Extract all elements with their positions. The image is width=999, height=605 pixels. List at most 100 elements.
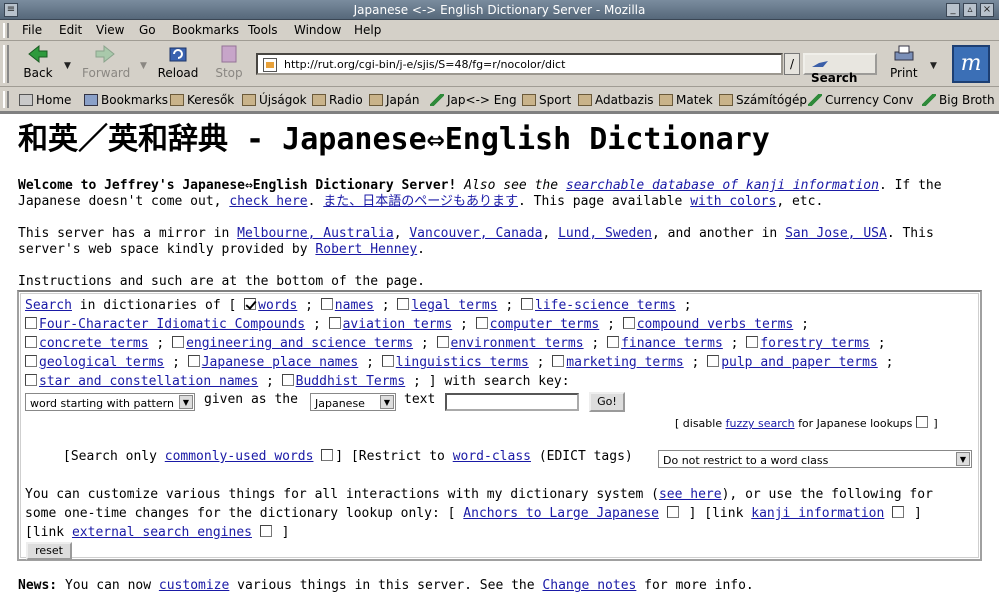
legal-terms-checkbox[interactable] — [397, 298, 410, 310]
names-checkbox[interactable] — [320, 298, 333, 310]
melbourne-link[interactable]: Melbourne, Australia — [237, 226, 394, 241]
geological-terms-checkbox[interactable] — [25, 355, 37, 367]
aviation-terms-link[interactable]: aviation terms — [343, 317, 453, 332]
menu-view[interactable]: View — [96, 23, 124, 37]
external-search-engines-link[interactable]: external search engines — [72, 525, 252, 540]
menu-file[interactable]: File — [22, 23, 42, 37]
word-class-link[interactable]: word-class — [453, 449, 531, 464]
forward-dropdown-icon[interactable]: ▼ — [140, 61, 147, 71]
environment-terms-checkbox[interactable] — [436, 336, 449, 348]
buddhist-terms-checkbox[interactable] — [281, 374, 294, 386]
search-text-input[interactable] — [445, 393, 579, 411]
kanji-information-checkbox[interactable] — [892, 506, 905, 518]
bookmark-jap-eng[interactable]: Jap<-> Eng — [430, 93, 517, 107]
forestry-terms-link[interactable]: forestry terms — [760, 336, 870, 351]
legal-terms-link[interactable]: legal terms — [411, 298, 497, 313]
menu-window[interactable]: Window — [294, 23, 341, 37]
bookmark-szamitogep[interactable]: Számítógép — [719, 93, 807, 107]
menu-go[interactable]: Go — [139, 23, 156, 37]
url-go-button[interactable]: / — [784, 53, 800, 75]
bookmark-sport[interactable]: Sport — [522, 93, 571, 107]
page-content[interactable]: 和英／英和辞典 - Japanese⇔English Dictionary We… — [0, 112, 999, 605]
common-words-link[interactable]: commonly-used words — [165, 449, 314, 464]
names-link[interactable]: names — [335, 298, 374, 313]
disable-fuzzy-checkbox[interactable] — [915, 416, 928, 428]
bookmark-japan[interactable]: Japán — [369, 93, 419, 107]
pulp-paper-terms-checkbox[interactable] — [707, 355, 720, 367]
title-bar[interactable]: ≡ Japanese <-> English Dictionary Server… — [0, 0, 999, 20]
back-dropdown-icon[interactable]: ▼ — [64, 61, 71, 71]
search-help-link[interactable]: Search — [25, 298, 72, 313]
linguistics-terms-link[interactable]: linguistics terms — [396, 355, 529, 370]
change-notes-link[interactable]: Change notes — [542, 578, 636, 593]
word-class-select[interactable]: Do not restrict to a word class ▼ — [658, 450, 972, 468]
toolbar-grip[interactable] — [3, 23, 9, 38]
fuzzy-search-link[interactable]: fuzzy search — [726, 417, 795, 430]
maximize-icon[interactable]: ▵ — [963, 3, 977, 17]
robert-henney-link[interactable]: Robert Henney — [315, 242, 417, 257]
search-button[interactable]: Search — [803, 53, 877, 85]
life-science-terms-checkbox[interactable] — [521, 298, 533, 310]
kanji-database-link[interactable]: searchable database of kanji information — [566, 178, 879, 193]
aviation-terms-checkbox[interactable] — [328, 317, 341, 329]
words-link[interactable]: words — [258, 298, 297, 313]
bookmark-currency-conv[interactable]: Currency Conv — [808, 93, 913, 107]
url-field[interactable]: http://rut.org/cgi-bin/j-e/sjis/S=48/fg=… — [256, 53, 783, 75]
engineering-science-link[interactable]: engineering and science terms — [186, 336, 413, 351]
linguistics-terms-checkbox[interactable] — [381, 355, 394, 367]
check-here-link[interactable]: check here — [229, 194, 307, 209]
compound-verbs-checkbox[interactable] — [622, 317, 635, 329]
marketing-terms-checkbox[interactable] — [552, 355, 565, 367]
stop-button[interactable]: Stop — [212, 44, 246, 80]
concrete-terms-link[interactable]: concrete terms — [39, 336, 149, 351]
four-character-checkbox[interactable] — [25, 317, 37, 329]
back-button[interactable]: Back — [20, 44, 56, 80]
bookmark-radio[interactable]: Radio — [312, 93, 363, 107]
common-words-checkbox[interactable] — [321, 449, 334, 461]
customize-link[interactable]: customize — [159, 578, 229, 593]
print-button[interactable]: Print — [890, 44, 918, 80]
menu-edit[interactable]: Edit — [59, 23, 82, 37]
bookmark-ujsagok[interactable]: Újságok — [242, 93, 307, 107]
bookmark-big-broth[interactable]: Big Broth — [922, 93, 995, 107]
close-icon[interactable]: × — [980, 3, 994, 17]
menu-tools[interactable]: Tools — [248, 23, 278, 37]
bookmark-bookmarks[interactable]: Bookmarks — [84, 93, 168, 107]
bookmark-adatbazis[interactable]: Adatbazis — [578, 93, 654, 107]
language-select[interactable]: Japanese ▼ — [310, 393, 396, 411]
anchors-checkbox[interactable] — [666, 506, 679, 518]
environment-terms-link[interactable]: environment terms — [451, 336, 584, 351]
print-dropdown-icon[interactable]: ▼ — [930, 61, 937, 71]
forward-button[interactable]: Forward — [82, 44, 130, 80]
kanji-information-link[interactable]: kanji information — [751, 506, 884, 521]
go-button[interactable]: Go! — [589, 392, 625, 412]
concrete-terms-checkbox[interactable] — [25, 336, 37, 348]
words-checkbox[interactable] — [244, 298, 257, 310]
match-type-select[interactable]: word starting with pattern ▼ — [25, 393, 195, 411]
computer-terms-link[interactable]: computer terms — [490, 317, 600, 332]
buddhist-terms-link[interactable]: Buddhist Terms — [296, 374, 406, 389]
finance-terms-link[interactable]: finance terms — [621, 336, 723, 351]
menu-help[interactable]: Help — [354, 23, 381, 37]
with-colors-link[interactable]: with colors — [690, 194, 776, 209]
computer-terms-checkbox[interactable] — [475, 317, 488, 329]
mozilla-logo[interactable]: m — [952, 45, 990, 83]
engineering-science-checkbox[interactable] — [172, 336, 185, 348]
bookmark-home[interactable]: Home — [19, 93, 71, 107]
life-science-terms-link[interactable]: life-science terms — [535, 298, 676, 313]
menu-bookmarks[interactable]: Bookmarks — [172, 23, 239, 37]
japanese-place-names-link[interactable]: Japanese place names — [202, 355, 359, 370]
external-search-checkbox[interactable] — [259, 525, 272, 537]
anchors-large-japanese-link[interactable]: Anchors to Large Japanese — [463, 506, 659, 521]
toolbar-grip[interactable] — [3, 45, 9, 83]
lund-link[interactable]: Lund, Sweden — [558, 226, 652, 241]
finance-terms-checkbox[interactable] — [607, 336, 620, 348]
japanese-place-names-checkbox[interactable] — [187, 355, 200, 367]
bookmark-keresok[interactable]: Keresők — [170, 93, 234, 107]
four-character-link[interactable]: Four-Character Idiomatic Compounds — [39, 317, 305, 332]
reload-button[interactable]: Reload — [156, 44, 200, 80]
marketing-terms-link[interactable]: marketing terms — [566, 355, 683, 370]
reset-button[interactable]: reset — [26, 542, 72, 560]
star-constellation-checkbox[interactable] — [25, 374, 37, 386]
compound-verbs-link[interactable]: compound verbs terms — [637, 317, 794, 332]
